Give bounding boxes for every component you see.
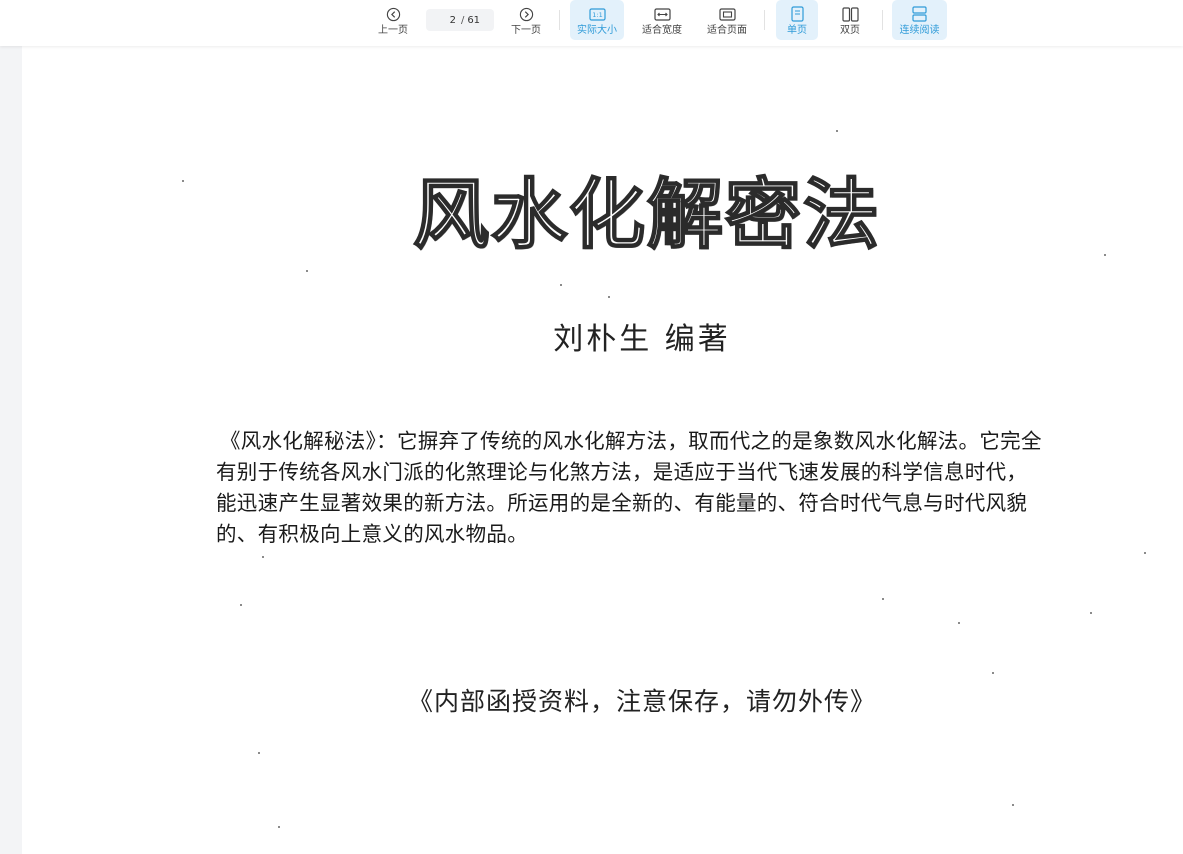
- reader-toolbar: 上一页 / 61 下一页 1:1 实际大小 适合宽度 适合页面 单: [0, 0, 1183, 46]
- fit-width-label: 适合宽度: [642, 25, 682, 36]
- toolbar-divider: [559, 10, 560, 30]
- single-page-label: 单页: [787, 25, 807, 36]
- scan-speck: [278, 826, 280, 828]
- continuous-reading-icon: [912, 5, 927, 23]
- page-indicator: / 61: [426, 9, 494, 31]
- actual-size-button[interactable]: 1:1 实际大小: [570, 0, 624, 40]
- viewer-gutter: [0, 46, 22, 854]
- document-title: 风水化解密法: [412, 170, 881, 259]
- scan-speck: [992, 672, 994, 674]
- svg-text:1:1: 1:1: [592, 11, 602, 19]
- total-pages: 61: [467, 14, 481, 26]
- fit-page-icon: [718, 5, 736, 23]
- chevron-left-circle-icon: [386, 5, 401, 23]
- scan-speck: [182, 180, 184, 182]
- scan-speck: [1144, 552, 1146, 554]
- prev-page-button[interactable]: 上一页: [370, 0, 416, 40]
- scan-speck: [306, 270, 308, 272]
- scan-speck: [240, 604, 242, 606]
- next-page-button[interactable]: 下一页: [503, 0, 549, 40]
- scan-speck: [258, 752, 260, 754]
- double-page-icon: [841, 5, 859, 23]
- scan-speck: [1012, 804, 1014, 806]
- scan-speck: [836, 130, 838, 132]
- fit-page-button[interactable]: 适合页面: [701, 0, 753, 40]
- scan-speck: [1090, 612, 1092, 614]
- actual-size-label: 实际大小: [577, 25, 617, 36]
- document-page: 风水化解密法 刘朴生 编著 《风水化解秘法》：它摒弃了传统的风水化解方法，取而代…: [22, 46, 1183, 854]
- continuous-reading-label: 连续阅读: [899, 25, 940, 36]
- single-page-button[interactable]: 单页: [776, 0, 818, 40]
- scan-speck: [1104, 254, 1106, 256]
- fit-width-icon: [653, 5, 671, 23]
- next-page-label: 下一页: [511, 25, 541, 36]
- double-page-label: 双页: [840, 25, 860, 36]
- single-page-icon: [790, 5, 804, 23]
- scan-speck: [560, 284, 562, 286]
- chevron-right-circle-icon: [519, 5, 534, 23]
- double-page-button[interactable]: 双页: [829, 0, 871, 40]
- scan-speck: [262, 556, 264, 558]
- scan-speck: [958, 622, 960, 624]
- scan-speck: [882, 598, 884, 600]
- document-author: 刘朴生 编著: [553, 322, 731, 357]
- fit-page-label: 适合页面: [707, 25, 747, 36]
- continuous-reading-button[interactable]: 连续阅读: [892, 0, 947, 40]
- toolbar-divider: [882, 10, 883, 30]
- toolbar-divider: [764, 10, 765, 30]
- page-separator: /: [460, 14, 465, 26]
- current-page-input[interactable]: [439, 14, 456, 26]
- fit-width-button[interactable]: 适合宽度: [636, 0, 688, 40]
- actual-size-icon: 1:1: [588, 5, 606, 23]
- document-paragraph: 《风水化解秘法》：它摒弃了传统的风水化解方法，取而代之的是象数风水化解法。它完全…: [216, 429, 1042, 546]
- scan-speck: [608, 296, 610, 298]
- prev-page-label: 上一页: [378, 25, 408, 36]
- document-note: 《内部函授资料，注意保存，请勿外传》: [407, 687, 876, 716]
